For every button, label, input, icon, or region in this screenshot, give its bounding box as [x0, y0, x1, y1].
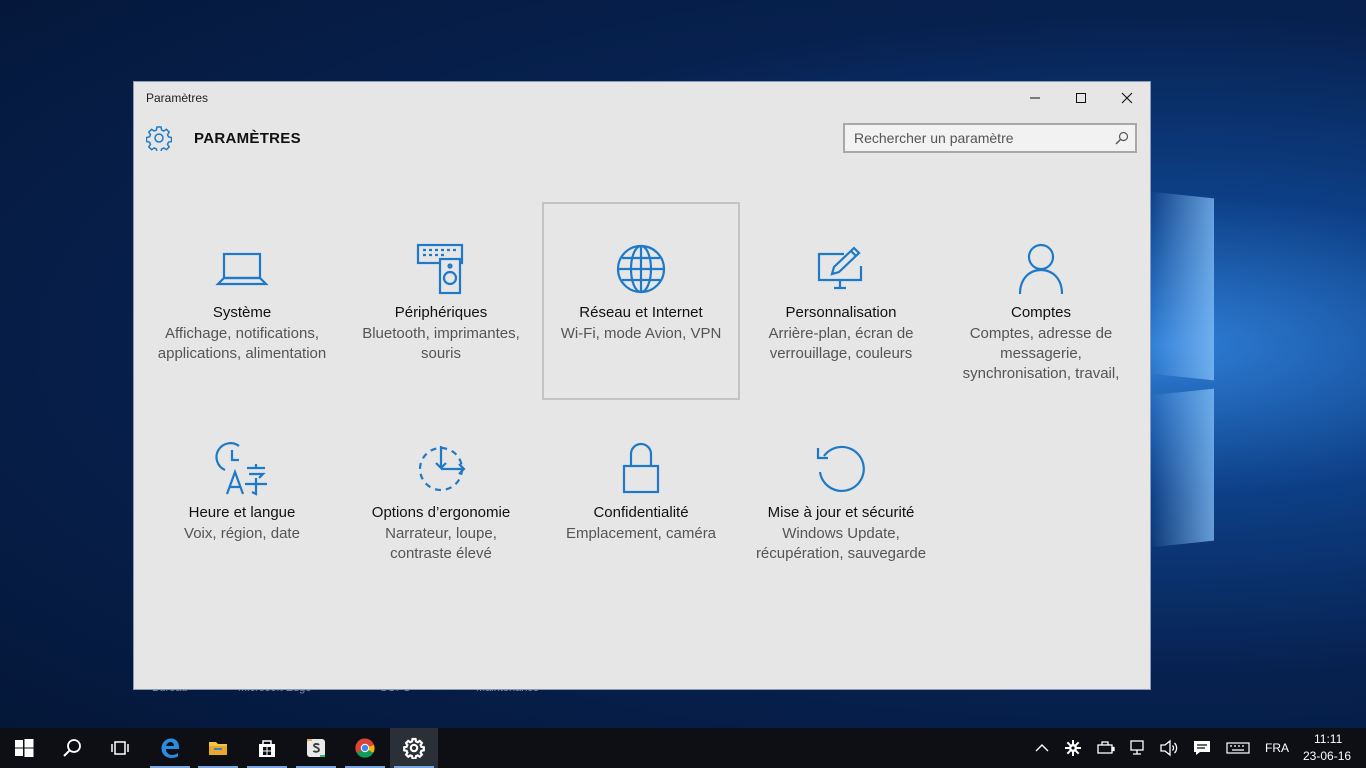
tile-description: Windows Update, récupération, sauvegarde: [755, 525, 927, 562]
minimize-icon: [1030, 97, 1040, 99]
action-center-icon[interactable]: [1192, 738, 1212, 758]
chrome-icon: [355, 738, 375, 758]
tile-title: Personnalisation: [785, 304, 897, 321]
tile-title: Mise à jour et sécurité: [767, 504, 915, 521]
tile-title: Confidentialité: [593, 504, 689, 521]
tile-title: Comptes: [1010, 304, 1072, 321]
tile-title: Système: [212, 304, 272, 321]
sync-gear-icon[interactable]: [1063, 738, 1083, 758]
task-view-icon: [111, 741, 129, 755]
maximize-button[interactable]: [1058, 82, 1104, 114]
edge-app[interactable]: [146, 728, 194, 768]
store-icon: [259, 740, 275, 757]
desktop-light-beam-upper: [1150, 191, 1214, 381]
close-button[interactable]: [1104, 82, 1150, 114]
network-icon[interactable]: [1128, 738, 1148, 758]
tile-description: Wi-Fi, mode Avion, VPN: [560, 325, 722, 342]
tile-description: Emplacement, caméra: [565, 525, 717, 542]
settings-window: Paramètres PARAMÈTRES Rechercher un para…: [133, 81, 1151, 690]
language-indicator[interactable]: FRA: [1265, 741, 1289, 755]
ease-of-access-icon: [418, 446, 466, 492]
file-explorer-app[interactable]: [194, 728, 242, 768]
devices-icon: [416, 243, 464, 295]
store-app[interactable]: [243, 728, 291, 768]
tile-ease-of-access[interactable]: Options d’ergonomie Narrateur, loupe, co…: [342, 402, 540, 600]
edge-icon: [161, 738, 180, 758]
keyboard-icon[interactable]: [1226, 738, 1250, 758]
settings-icon: [403, 737, 425, 759]
time-language-icon: [215, 442, 267, 496]
search-icon[interactable]: [1115, 131, 1129, 145]
tile-time-language[interactable]: Heure et langue Voix, région, date: [143, 402, 341, 600]
search-button[interactable]: [48, 728, 96, 768]
tile-title: Réseau et Internet: [579, 304, 703, 321]
tile-description: Bluetooth, imprimantes, souris: [362, 325, 520, 362]
tile-description: Comptes, adresse de messagerie, synchron…: [962, 325, 1120, 382]
person-icon: [1018, 243, 1064, 295]
maximize-icon: [1076, 93, 1086, 103]
personalization-icon: [817, 246, 863, 290]
tile-description: Arrière-plan, écran de verrouillage, cou…: [768, 325, 914, 362]
settings-app[interactable]: [390, 728, 438, 768]
tile-accounts[interactable]: Comptes Comptes, adresse de messagerie, …: [942, 202, 1140, 400]
tile-description: Affichage, notifications, applications, …: [157, 325, 327, 362]
tile-description: Narrateur, loupe, contraste élevé: [385, 525, 497, 562]
clock-date[interactable]: 23-06-16: [1303, 749, 1351, 763]
task-view-button[interactable]: [96, 728, 144, 768]
slack-icon: [307, 739, 325, 757]
laptop-icon: [215, 252, 269, 286]
tile-title: Options d’ergonomie: [371, 504, 511, 521]
tile-system[interactable]: Système Affichage, notifications, applic…: [143, 202, 341, 400]
tile-title: Périphériques: [394, 304, 488, 321]
slack-app[interactable]: [292, 728, 340, 768]
tile-description: Voix, région, date: [184, 525, 300, 542]
tile-title: Heure et langue: [188, 504, 296, 521]
window-title: Paramètres: [146, 91, 209, 105]
tile-personalization[interactable]: Personnalisation Arrière-plan, écran de …: [742, 202, 940, 400]
search-input[interactable]: [845, 125, 1104, 151]
lock-icon: [622, 442, 660, 494]
close-icon: [1121, 92, 1133, 104]
battery-icon[interactable]: [1096, 738, 1116, 758]
update-icon: [816, 445, 865, 493]
chrome-app[interactable]: [341, 728, 389, 768]
tile-network-internet[interactable]: Réseau et Internet Wi-Fi, mode Avion, VP…: [542, 202, 740, 400]
desktop-light-beam-lower: [1150, 388, 1214, 548]
start-button[interactable]: [0, 728, 48, 768]
start-icon: [15, 739, 34, 757]
title-bar[interactable]: Paramètres: [134, 82, 1150, 114]
tile-privacy[interactable]: Confidentialité Emplacement, caméra: [542, 402, 740, 600]
page-title: PARAMÈTRES: [194, 129, 301, 147]
clock-time[interactable]: 11:11: [1314, 732, 1342, 746]
search-icon: [63, 739, 81, 757]
taskbar: FRA 11:11 23-06-16: [0, 728, 1366, 768]
settings-header: PARAMÈTRES: [146, 124, 301, 152]
file-explorer-icon: [209, 742, 227, 755]
gear-icon: [146, 125, 172, 151]
tile-devices[interactable]: Périphériques Bluetooth, imprimantes, so…: [342, 202, 540, 400]
minimize-button[interactable]: [1012, 82, 1058, 114]
tile-update-security[interactable]: Mise à jour et sécurité Windows Update, …: [742, 402, 940, 600]
volume-icon[interactable]: [1159, 738, 1179, 758]
chevron-up-icon[interactable]: [1032, 738, 1052, 758]
search-box[interactable]: [843, 123, 1137, 153]
globe-icon: [616, 244, 666, 294]
